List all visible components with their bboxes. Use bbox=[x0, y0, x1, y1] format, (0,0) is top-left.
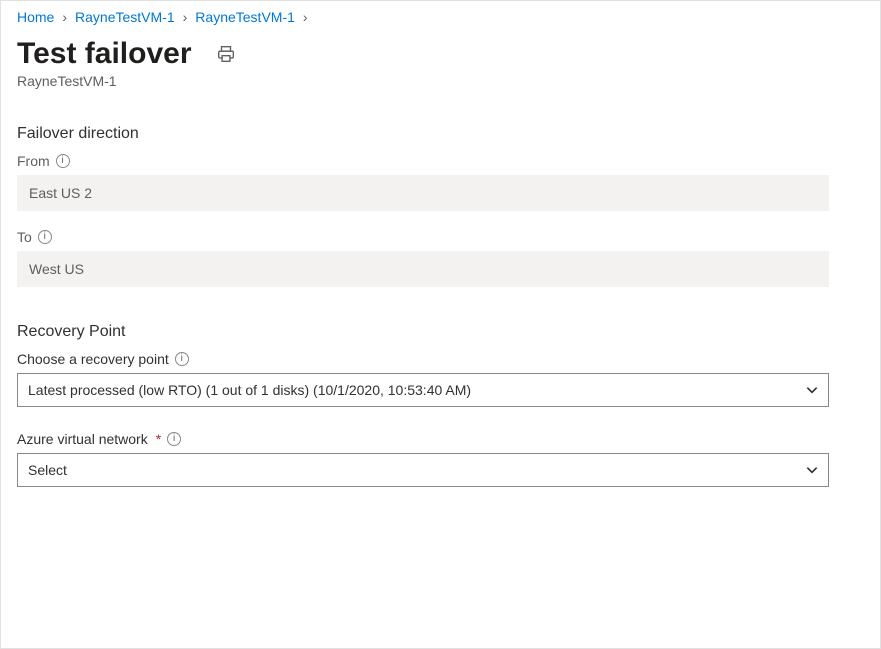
recovery-point-select[interactable]: Latest processed (low RTO) (1 out of 1 d… bbox=[17, 373, 829, 407]
info-icon[interactable]: i bbox=[56, 154, 70, 168]
vnet-select[interactable]: Select bbox=[17, 453, 829, 487]
page-subtitle: RayneTestVM-1 bbox=[17, 73, 864, 89]
breadcrumb-link-vm1[interactable]: RayneTestVM-1 bbox=[75, 9, 175, 25]
from-region-field: East US 2 bbox=[17, 175, 829, 211]
breadcrumb: Home › RayneTestVM-1 › RayneTestVM-1 › bbox=[17, 7, 864, 25]
vnet-label: Azure virtual network bbox=[17, 431, 148, 447]
recovery-point-label: Choose a recovery point bbox=[17, 351, 169, 367]
page-title: Test failover bbox=[17, 37, 192, 71]
print-icon bbox=[217, 45, 235, 63]
required-indicator: * bbox=[156, 431, 161, 447]
chevron-right-icon: › bbox=[183, 9, 188, 25]
section-failover-direction: Failover direction bbox=[17, 125, 864, 143]
from-label: From bbox=[17, 153, 50, 169]
recovery-point-value: Latest processed (low RTO) (1 out of 1 d… bbox=[28, 382, 471, 398]
breadcrumb-link-vm2[interactable]: RayneTestVM-1 bbox=[195, 9, 295, 25]
chevron-right-icon: › bbox=[62, 9, 67, 25]
info-icon[interactable]: i bbox=[38, 230, 52, 244]
vnet-value: Select bbox=[28, 462, 67, 478]
info-icon[interactable]: i bbox=[167, 432, 181, 446]
print-button[interactable] bbox=[212, 40, 240, 68]
chevron-right-icon: › bbox=[303, 9, 308, 25]
breadcrumb-link-home[interactable]: Home bbox=[17, 9, 54, 25]
to-region-field: West US bbox=[17, 251, 829, 287]
section-recovery-point: Recovery Point bbox=[17, 323, 864, 341]
info-icon[interactable]: i bbox=[175, 352, 189, 366]
to-label: To bbox=[17, 229, 32, 245]
